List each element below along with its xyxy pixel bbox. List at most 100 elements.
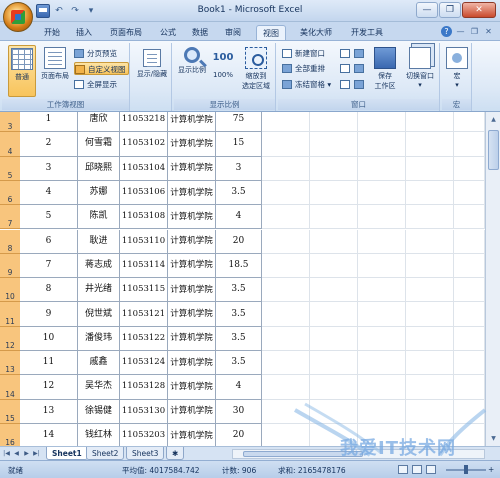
normal-view-status-icon[interactable] [398, 465, 408, 474]
empty-cell[interactable] [310, 112, 358, 133]
cell-dept[interactable]: 计算机学院 [168, 156, 216, 181]
empty-cell[interactable] [454, 180, 485, 206]
empty-cell[interactable] [454, 351, 485, 376]
scroll-down-icon[interactable]: ▼ [488, 433, 499, 444]
cell-score[interactable]: 4 [216, 205, 262, 230]
page-break-status-icon[interactable] [426, 465, 436, 474]
row-header[interactable]: 12 [0, 326, 20, 351]
cell-id[interactable]: 11053106 [120, 180, 168, 206]
cell-seq[interactable]: 10 [20, 326, 78, 351]
empty-cell[interactable] [358, 156, 406, 181]
cell-dept[interactable]: 计算机学院 [168, 229, 216, 254]
cell-dept[interactable]: 计算机学院 [168, 399, 216, 424]
office-button[interactable] [3, 2, 33, 32]
prev-sheet-icon[interactable]: ◀ [12, 449, 21, 459]
empty-cell[interactable] [406, 375, 454, 400]
empty-cell[interactable] [406, 180, 454, 206]
empty-cell[interactable] [262, 156, 310, 181]
tab-page-layout[interactable]: 页面布局 [104, 25, 148, 40]
empty-cell[interactable] [262, 326, 310, 351]
cell-dept[interactable]: 计算机学院 [168, 132, 216, 157]
new-window-button[interactable]: 新建窗口 [282, 47, 325, 60]
empty-cell[interactable] [406, 205, 454, 230]
cell-dept[interactable]: 计算机学院 [168, 112, 216, 133]
page-layout-view-button[interactable]: 页面布局 [38, 45, 72, 81]
cell-dept[interactable]: 计算机学院 [168, 351, 216, 376]
cell-name[interactable]: 苏娜 [78, 180, 120, 206]
cell-name[interactable]: 蒋志成 [78, 253, 120, 279]
empty-cell[interactable] [454, 302, 485, 327]
empty-cell[interactable] [454, 112, 485, 133]
cell-score[interactable]: 3.5 [216, 180, 262, 206]
cell-score[interactable]: 3.5 [216, 351, 262, 376]
empty-cell[interactable] [310, 132, 358, 157]
scroll-up-icon[interactable]: ▲ [488, 114, 499, 125]
cell-score[interactable]: 3.5 [216, 278, 262, 303]
empty-cell[interactable] [406, 399, 454, 424]
cell-id[interactable]: 11053128 [120, 375, 168, 400]
cell-name[interactable]: 潘俊玮 [78, 326, 120, 351]
tab-home[interactable]: 开始 [38, 25, 66, 40]
empty-cell[interactable] [358, 205, 406, 230]
next-sheet-icon[interactable]: ▶ [22, 449, 31, 459]
cell-score[interactable]: 20 [216, 229, 262, 254]
cell-id[interactable]: 11053130 [120, 399, 168, 424]
view-side-by-side-icon[interactable] [354, 49, 364, 58]
row-header[interactable]: 3 [0, 112, 20, 133]
split-icon[interactable] [340, 49, 350, 58]
close-icon[interactable]: ✕ [462, 2, 496, 18]
insert-sheet-icon[interactable]: ✱ [166, 447, 184, 460]
last-sheet-icon[interactable]: ▶| [32, 449, 41, 459]
arrange-all-button[interactable]: 全部重排 [282, 62, 325, 75]
cell-id[interactable]: 11053122 [120, 326, 168, 351]
cell-dept[interactable]: 计算机学院 [168, 423, 216, 446]
ribbon-close-icon[interactable]: ✕ [483, 26, 494, 37]
ribbon-restore-icon[interactable]: ❐ [469, 26, 480, 37]
empty-cell[interactable] [310, 156, 358, 181]
tab-formulas[interactable]: 公式 [154, 25, 182, 40]
empty-cell[interactable] [406, 302, 454, 327]
vertical-scroll-thumb[interactable] [488, 130, 499, 170]
cell-score[interactable]: 75 [216, 112, 262, 133]
empty-cell[interactable] [310, 375, 358, 400]
empty-cell[interactable] [406, 132, 454, 157]
empty-cell[interactable] [262, 112, 310, 133]
cell-id[interactable]: 11053108 [120, 205, 168, 230]
empty-cell[interactable] [454, 375, 485, 400]
cell-seq[interactable]: 4 [20, 180, 78, 206]
empty-cell[interactable] [310, 229, 358, 254]
restore-icon[interactable]: ❐ [439, 2, 461, 18]
cell-score[interactable]: 3.5 [216, 302, 262, 327]
cell-dept[interactable]: 计算机学院 [168, 278, 216, 303]
sheet-tab-2[interactable]: Sheet2 [86, 447, 125, 460]
cell-score[interactable]: 3.5 [216, 326, 262, 351]
cell-dept[interactable]: 计算机学院 [168, 375, 216, 400]
cell-score[interactable]: 4 [216, 375, 262, 400]
empty-cell[interactable] [454, 205, 485, 230]
cell-name[interactable]: 耿进 [78, 229, 120, 254]
row-header[interactable]: 7 [0, 205, 20, 230]
empty-cell[interactable] [406, 112, 454, 133]
cell-seq[interactable]: 13 [20, 399, 78, 424]
empty-cell[interactable] [262, 278, 310, 303]
cell-seq[interactable]: 2 [20, 132, 78, 157]
empty-cell[interactable] [358, 132, 406, 157]
cell-id[interactable]: 11053218 [120, 112, 168, 133]
row-header[interactable]: 8 [0, 229, 20, 254]
cell-name[interactable]: 戚鑫 [78, 351, 120, 376]
cell-name[interactable]: 井光绪 [78, 278, 120, 303]
empty-cell[interactable] [262, 375, 310, 400]
empty-cell[interactable] [262, 229, 310, 254]
cell-id[interactable]: 11053124 [120, 351, 168, 376]
cell-score[interactable]: 18.5 [216, 253, 262, 279]
empty-cell[interactable] [454, 278, 485, 303]
cell-name[interactable]: 邱晓熙 [78, 156, 120, 181]
empty-cell[interactable] [262, 132, 310, 157]
tab-data[interactable]: 数据 [186, 25, 214, 40]
synchronous-scrolling-icon[interactable] [354, 64, 364, 73]
freeze-panes-button[interactable]: 冻结窗格 ▾ [282, 78, 331, 91]
empty-cell[interactable] [310, 253, 358, 279]
empty-cell[interactable] [310, 326, 358, 351]
page-layout-status-icon[interactable] [412, 465, 422, 474]
cell-dept[interactable]: 计算机学院 [168, 205, 216, 230]
